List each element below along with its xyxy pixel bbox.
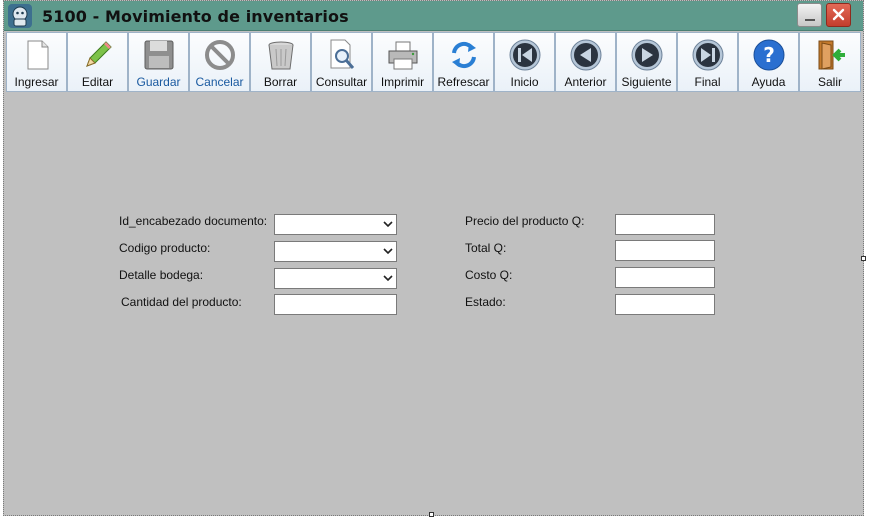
- ingresar-button[interactable]: Ingresar: [6, 32, 67, 92]
- siguiente-button[interactable]: Siguiente: [616, 32, 677, 92]
- codigo-producto-combo[interactable]: [274, 241, 397, 262]
- anterior-button[interactable]: Anterior: [555, 32, 616, 92]
- total-field[interactable]: [615, 240, 715, 261]
- trash-can-icon: [264, 38, 298, 72]
- imprimir-button[interactable]: Imprimir: [372, 32, 433, 92]
- chevron-down-icon: [383, 275, 393, 282]
- next-record-icon: [630, 38, 664, 72]
- borrar-label: Borrar: [263, 75, 298, 89]
- guardar-label: Guardar: [136, 75, 181, 89]
- pencil-icon: [81, 38, 115, 72]
- search-document-icon: [325, 38, 359, 72]
- last-record-icon: [691, 38, 725, 72]
- id-encabezado-combo[interactable]: [274, 214, 397, 235]
- chevron-down-icon: [383, 248, 393, 255]
- resize-handle-bottom[interactable]: [429, 512, 434, 517]
- costo-field[interactable]: [615, 267, 715, 288]
- guardar-button[interactable]: Guardar: [128, 32, 189, 92]
- chevron-down-icon: [383, 221, 393, 228]
- codigo-producto-label: Codigo producto:: [119, 241, 211, 255]
- close-button[interactable]: [826, 3, 851, 27]
- cantidad-producto-label: Cantidad del producto:: [121, 295, 242, 309]
- floppy-disk-icon: [142, 38, 176, 72]
- svg-text:?: ?: [763, 43, 775, 67]
- help-icon: ?: [752, 38, 786, 72]
- first-record-icon: [508, 38, 542, 72]
- minimize-button[interactable]: [797, 3, 822, 27]
- previous-record-icon: [569, 38, 603, 72]
- cancelar-button[interactable]: Cancelar: [189, 32, 250, 92]
- consultar-button[interactable]: Consultar: [311, 32, 372, 92]
- borrar-button[interactable]: Borrar: [250, 32, 311, 92]
- inicio-label: Inicio: [510, 75, 539, 89]
- ayuda-button[interactable]: ? Ayuda: [738, 32, 799, 92]
- app-window: 5100 - Movimiento de inventarios Ingresa…: [3, 0, 864, 516]
- new-document-icon: [20, 38, 54, 72]
- final-label: Final: [694, 75, 721, 89]
- resize-handle-right[interactable]: [861, 256, 866, 261]
- title-bar[interactable]: 5100 - Movimiento de inventarios: [4, 1, 863, 31]
- close-icon: [832, 8, 845, 21]
- inicio-button[interactable]: Inicio: [494, 32, 555, 92]
- ayuda-label: Ayuda: [751, 75, 786, 89]
- toolbar: Ingresar Editar Guardar Cancelar Borrar: [6, 32, 863, 92]
- id-encabezado-label: Id_encabezado documento:: [119, 214, 268, 228]
- final-button[interactable]: Final: [677, 32, 738, 92]
- precio-producto-field[interactable]: [615, 214, 715, 235]
- refresh-icon: [447, 38, 481, 72]
- refrescar-button[interactable]: Refrescar: [433, 32, 494, 92]
- consultar-label: Consultar: [315, 75, 368, 89]
- refrescar-label: Refrescar: [437, 75, 490, 89]
- exit-door-icon: [813, 38, 847, 72]
- total-label: Total Q:: [465, 241, 507, 255]
- detalle-bodega-combo[interactable]: [274, 268, 397, 289]
- estado-field[interactable]: [615, 294, 715, 315]
- window-title: 5100 - Movimiento de inventarios: [42, 7, 349, 26]
- salir-label: Salir: [817, 75, 842, 89]
- cancel-circle-icon: [203, 38, 237, 72]
- app-robot-icon: [7, 3, 33, 29]
- detalle-bodega-label: Detalle bodega:: [119, 268, 204, 282]
- estado-label: Estado:: [465, 295, 506, 309]
- siguiente-label: Siguiente: [621, 75, 672, 89]
- imprimir-label: Imprimir: [380, 75, 425, 89]
- cantidad-producto-field[interactable]: [274, 294, 397, 315]
- editar-label: Editar: [81, 75, 114, 89]
- precio-producto-label: Precio del producto Q:: [465, 214, 585, 228]
- salir-button[interactable]: Salir: [799, 32, 861, 92]
- anterior-label: Anterior: [564, 75, 607, 89]
- costo-label: Costo Q:: [465, 268, 513, 282]
- ingresar-label: Ingresar: [14, 75, 59, 89]
- cancelar-label: Cancelar: [195, 75, 244, 89]
- printer-icon: [386, 38, 420, 72]
- editar-button[interactable]: Editar: [67, 32, 128, 92]
